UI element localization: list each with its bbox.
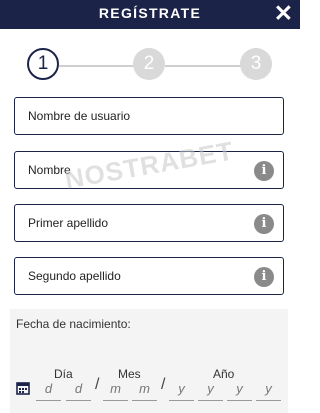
second-surname-placeholder: Segundo apellido: [28, 269, 121, 283]
month-digit-input[interactable]: m: [132, 378, 157, 401]
step-1: 1: [27, 48, 59, 80]
header-bar: REGÍSTRATE ✕: [0, 0, 300, 29]
year-digit-input[interactable]: y: [256, 378, 281, 401]
year-digit-input[interactable]: y: [227, 378, 252, 401]
month-digit-input[interactable]: m: [103, 378, 128, 401]
close-icon[interactable]: ✕: [274, 1, 293, 25]
year-digit-input[interactable]: y: [198, 378, 223, 401]
username-placeholder: Nombre de usuario: [28, 109, 131, 123]
page-title: REGÍSTRATE: [98, 5, 202, 21]
step-3: 3: [240, 48, 272, 80]
date-separator: /: [95, 376, 100, 393]
info-icon[interactable]: i: [254, 161, 274, 181]
step-connector: [165, 65, 241, 67]
username-field[interactable]: Nombre de usuario: [14, 97, 284, 135]
day-digit-input[interactable]: d: [36, 378, 61, 401]
calendar-icon[interactable]: [16, 381, 30, 398]
birthdate-section: Fecha de nacimiento: Día Mes Año d d / m…: [10, 309, 288, 413]
day-digit-input[interactable]: d: [66, 378, 91, 401]
step-2: 2: [133, 48, 165, 80]
first-surname-field[interactable]: Primer apellido i: [14, 204, 284, 242]
first-surname-placeholder: Primer apellido: [28, 216, 109, 230]
info-icon[interactable]: i: [254, 267, 274, 287]
info-icon[interactable]: i: [254, 214, 274, 234]
second-surname-field[interactable]: Segundo apellido i: [14, 257, 284, 295]
step-connector: [59, 65, 135, 67]
date-separator: /: [161, 376, 166, 393]
birthdate-label: Fecha de nacimiento:: [16, 317, 131, 331]
year-digit-input[interactable]: y: [169, 378, 194, 401]
